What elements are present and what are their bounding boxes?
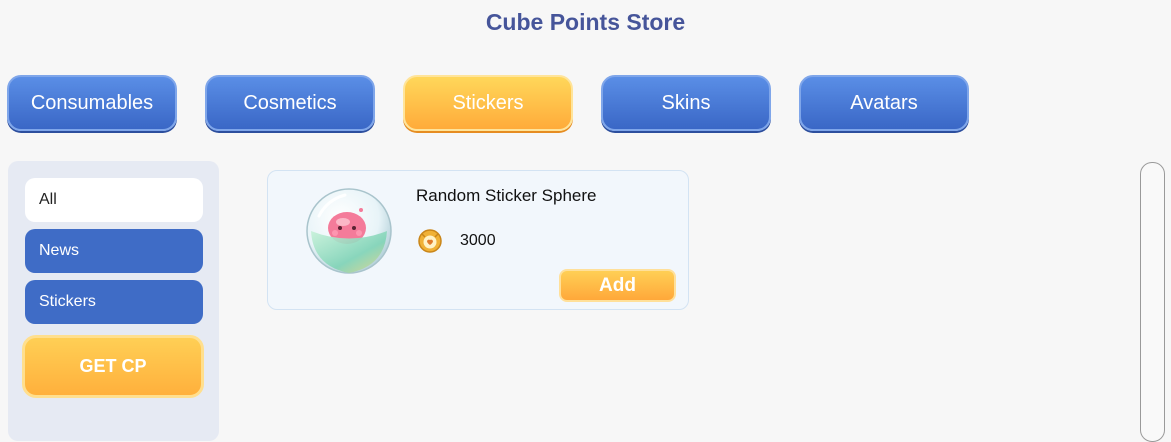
tab-skins[interactable]: Skins [601, 75, 771, 131]
add-button[interactable]: Add [559, 269, 676, 302]
sidebar-item-news[interactable]: News [25, 229, 203, 273]
sidebar-item-stickers[interactable]: Stickers [25, 280, 203, 324]
sticker-sphere-icon [306, 188, 392, 274]
page-title: Cube Points Store [485, 9, 686, 35]
tab-stickers[interactable]: Stickers [403, 75, 573, 131]
tab-avatars[interactable]: Avatars [799, 75, 969, 131]
scrollbar[interactable] [1140, 162, 1165, 442]
tab-consumables[interactable]: Consumables [7, 75, 177, 131]
product-name: Random Sticker Sphere [416, 186, 597, 205]
product-card[interactable]: Random Sticker Sphere 3000 Add [267, 170, 689, 310]
sidebar-item-all[interactable]: All [25, 178, 203, 222]
cube-coin-icon [418, 229, 442, 253]
tab-cosmetics[interactable]: Cosmetics [205, 75, 375, 131]
get-cp-button[interactable]: GET CP [22, 335, 204, 398]
category-sidebar: All News Stickers GET CP [8, 161, 219, 441]
product-price: 3000 [460, 232, 496, 249]
